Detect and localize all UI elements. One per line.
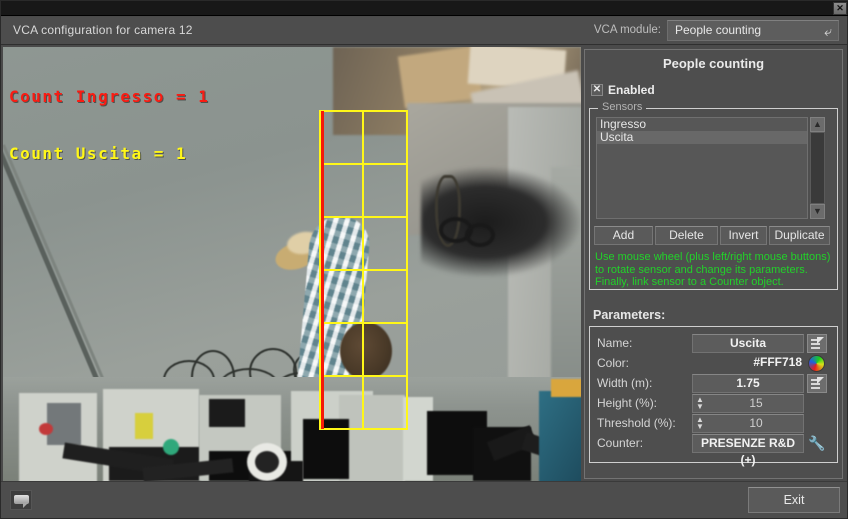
page-title: VCA configuration for camera 12 xyxy=(13,23,193,37)
checkbox-icon[interactable]: ✕ xyxy=(591,84,603,96)
parameter-row-width: Width (m): 1.75 xyxy=(590,373,837,393)
counter-uscita-text: Count Uscita = 1 xyxy=(9,144,188,163)
help-line-1: Use mouse wheel (plus left/right mouse b… xyxy=(595,251,831,263)
spinner-icon[interactable]: ▲ ▼ xyxy=(693,415,707,432)
enabled-checkbox-row[interactable]: ✕ Enabled xyxy=(591,83,655,97)
invert-button[interactable]: Invert xyxy=(719,226,768,245)
sensor-direction-edge xyxy=(321,111,324,429)
name-label: Name: xyxy=(597,336,633,350)
list-item[interactable]: Uscita xyxy=(597,131,807,144)
threshold-spacer xyxy=(807,414,827,433)
close-icon[interactable]: ✕ xyxy=(833,2,847,15)
parameter-row-height: Height (%): ▲ ▼ 15 xyxy=(590,393,837,413)
sensors-listbox[interactable]: Ingresso Uscita xyxy=(596,117,808,219)
wrench-icon[interactable]: 🔧 xyxy=(807,434,827,453)
counter-overlay: Count Ingresso = 1 Count Uscita = 1 xyxy=(9,49,209,201)
scroll-up-icon[interactable]: ▲ xyxy=(810,117,825,132)
width-field[interactable]: 1.75 xyxy=(692,373,804,393)
sensors-scrollbar[interactable]: ▲ ▼ xyxy=(810,117,825,219)
vca-module-value: People counting xyxy=(675,23,762,37)
threshold-label: Threshold (%): xyxy=(597,416,676,430)
vca-module-dropdown[interactable]: People counting ⤷ xyxy=(667,20,839,41)
counter-field[interactable]: PRESENZE R&D (+) xyxy=(692,433,804,467)
threshold-value[interactable]: 10 xyxy=(709,415,803,432)
help-line-2: to rotate sensor and change its paramete… xyxy=(595,263,808,276)
height-spacer xyxy=(807,394,827,413)
name-field[interactable]: Uscita xyxy=(692,333,804,353)
add-button[interactable]: Add xyxy=(594,226,653,245)
parameter-row-color: Color: #FFF718 xyxy=(590,353,837,373)
panel-title: People counting xyxy=(662,56,765,71)
video-preview[interactable]: Count Ingresso = 1 Count Uscita = 1 xyxy=(3,47,581,481)
sensors-group: Sensors Ingresso Uscita ▲ ▼ Add Delete I… xyxy=(589,101,838,290)
width-label: Width (m): xyxy=(597,376,653,390)
duplicate-button[interactable]: Duplicate xyxy=(769,226,830,245)
delete-button[interactable]: Delete xyxy=(654,226,718,245)
help-text: Use mouse wheel (plus left/right mouse b… xyxy=(595,251,835,289)
parameters-box: Name: Uscita Color: #FFF718 Width (m): 1… xyxy=(589,326,838,467)
counter-label: Counter: xyxy=(597,436,644,450)
parameter-row-counter: Counter: PRESENZE R&D (+) 🔧 xyxy=(590,433,837,467)
spinner-icon[interactable]: ▲ ▼ xyxy=(693,395,707,412)
height-label: Height (%): xyxy=(597,396,658,410)
sensors-group-legend: Sensors xyxy=(598,101,647,113)
height-value[interactable]: 15 xyxy=(709,395,803,412)
parameter-row-name: Name: Uscita xyxy=(590,333,837,353)
curved-arrow-icon: ⤷ xyxy=(824,23,832,39)
color-value[interactable]: #FFF718 xyxy=(692,354,804,373)
sensor-buttons: Add Delete Invert Duplicate xyxy=(594,226,830,245)
color-wheel-icon[interactable] xyxy=(808,354,825,372)
scroll-down-icon[interactable]: ▼ xyxy=(810,204,825,219)
parameters-title: Parameters: xyxy=(593,308,666,322)
scrollbar-track[interactable] xyxy=(810,132,825,204)
vca-configuration-window: ✕ VCA configuration for camera 12 VCA mo… xyxy=(0,0,848,519)
message-bubble-icon[interactable] xyxy=(10,490,32,510)
edit-icon[interactable] xyxy=(807,373,827,393)
enabled-label: Enabled xyxy=(608,83,655,97)
footer: Exit xyxy=(1,481,847,518)
help-line-3: Finally, link sensor to a Counter object… xyxy=(595,276,784,288)
vca-module-label: VCA module: xyxy=(593,24,661,36)
window-title-bar: ✕ xyxy=(1,1,848,16)
counter-ingresso-text: Count Ingresso = 1 xyxy=(9,87,210,106)
exit-button[interactable]: Exit xyxy=(748,487,840,513)
sensor-overlay-shape[interactable] xyxy=(319,110,408,430)
sensor-grid xyxy=(319,110,408,430)
parameter-row-threshold: Threshold (%): ▲ ▼ 10 xyxy=(590,413,837,433)
color-label: Color: xyxy=(597,356,630,370)
people-counting-panel: People counting ✕ Enabled Sensors Ingres… xyxy=(584,49,843,479)
edit-icon[interactable] xyxy=(807,333,827,353)
header: VCA configuration for camera 12 VCA modu… xyxy=(1,17,847,45)
